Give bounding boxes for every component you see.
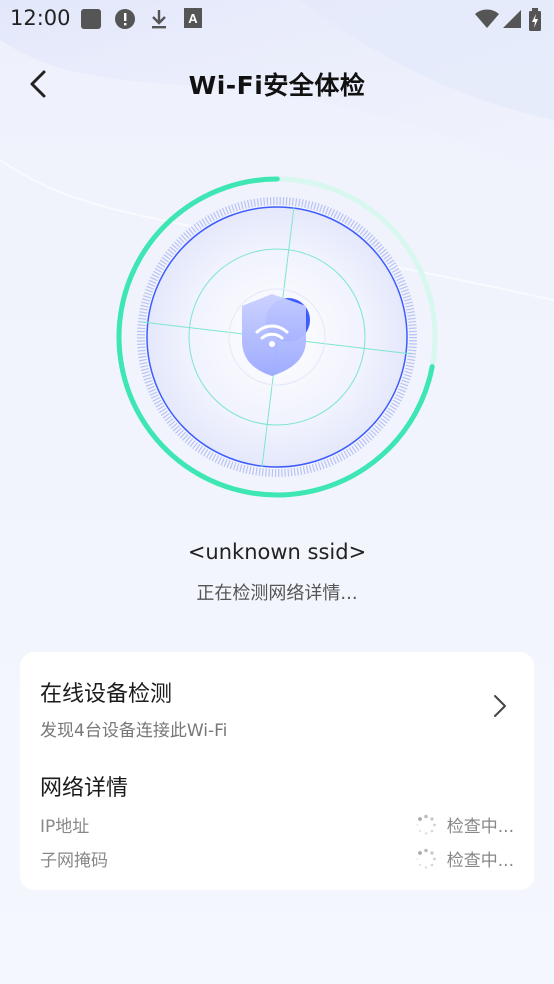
page-title: Wi-Fi安全体检 [188,71,366,100]
ip-address-value: 检查中... [415,812,514,837]
alert-circle-icon [115,9,135,29]
chevron-right-icon [494,695,506,717]
online-devices-row[interactable]: 在线设备检测 发现4台设备连接此Wi-Fi [20,652,534,752]
loading-spinner-icon [416,814,436,835]
subnet-mask-label: 子网掩码 [40,851,108,871]
status-time: 12:00 [10,6,71,30]
online-devices-title: 在线设备检测 [40,682,173,707]
keyboard-a-icon: A [184,8,202,28]
subnet-mask-value-text: 检查中... [446,851,514,871]
download-icon [152,10,166,29]
scan-radar [116,176,438,498]
ssid-label: <unknown ssid> [187,540,367,564]
wifi-signal-icon [475,9,499,28]
network-details-title: 网络详情 [40,776,129,801]
battery-charging-icon [529,8,541,31]
svg-text:A: A [188,11,198,26]
cellular-signal-icon [503,10,521,28]
subnet-mask-value: 检查中... [415,846,514,871]
online-devices-subtitle: 发现4台设备连接此Wi-Fi [40,721,228,741]
status-bar: 12:00 A [0,0,554,38]
ip-address-label: IP地址 [40,817,90,837]
loading-spinner-icon [416,848,436,869]
ip-address-value-text: 检查中... [446,817,514,837]
notification-square-icon [81,9,101,29]
scan-status-text: 正在检测网络详情... [196,583,358,604]
detail-card: 在线设备检测 发现4台设备连接此Wi-Fi 网络详情 IP地址 检查中... 子… [20,652,534,890]
